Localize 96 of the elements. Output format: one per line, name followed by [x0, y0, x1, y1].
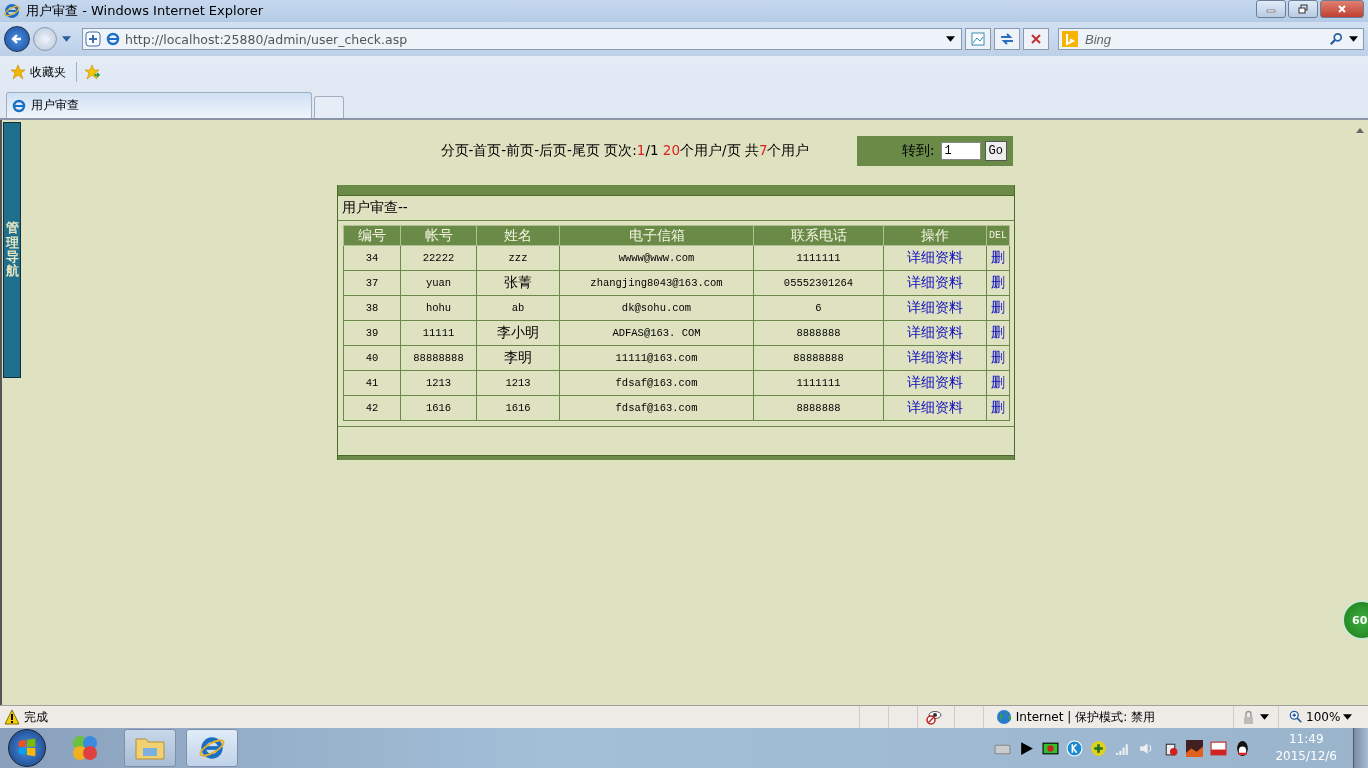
goto-label: 转到: [902, 142, 935, 160]
close-icon [1337, 4, 1347, 14]
app-icon[interactable] [70, 733, 100, 763]
zoom-icon [1289, 710, 1303, 724]
folder-taskbar-button[interactable] [124, 729, 176, 767]
minimize-button[interactable] [1256, 0, 1286, 18]
privacy-icon[interactable] [925, 709, 942, 725]
browser-tab[interactable]: 用户审查 [6, 92, 312, 118]
table-cell: 1111111 [753, 245, 884, 271]
table-cell: 88888888 [753, 345, 884, 371]
caret-icon[interactable] [946, 36, 955, 42]
table-cell: 22222 [400, 245, 477, 271]
table-cell: ab [476, 295, 560, 321]
table-cell: 李明 [476, 345, 560, 371]
table-cell: zzz [476, 245, 560, 271]
refresh-button[interactable] [994, 28, 1020, 50]
back-button[interactable] [4, 26, 30, 52]
table-cell: zhangjing8043@163.com [559, 270, 754, 296]
landscape-icon[interactable] [1186, 739, 1204, 757]
restore-button[interactable] [1288, 0, 1318, 18]
plus-icon [85, 31, 101, 47]
table-cell: 8888888 [753, 320, 884, 346]
table-cell: 39 [343, 320, 401, 346]
table-cell: 张菁 [476, 270, 560, 296]
favorites-button[interactable]: 收藏夹 [8, 63, 68, 81]
table-cell: 11111@163.com [559, 345, 754, 371]
globe-icon [995, 709, 1012, 725]
table-cell: 40 [343, 345, 401, 371]
table-cell: 38 [343, 295, 401, 321]
refresh-icon [999, 31, 1015, 47]
table-cell: dk@sohu.com [559, 295, 754, 321]
warning-icon [4, 709, 20, 725]
table-cell: 37 [343, 270, 401, 296]
windows-logo-icon [16, 737, 38, 759]
pager-text: 分页-首页-前页-后页-尾页 页次:1/1 20个用户/页 共7个用户 [439, 142, 811, 160]
compatibility-button[interactable] [965, 28, 991, 50]
column-header: 编号 [343, 225, 401, 246]
table-cell: hohu [400, 295, 477, 321]
table-cell: 1111111 [753, 370, 884, 396]
show-desktop-button[interactable] [1353, 728, 1368, 768]
page-input[interactable]: 1 [940, 142, 981, 160]
column-header: 帐号 [400, 225, 477, 246]
column-header: 姓名 [476, 225, 560, 246]
folder-icon [135, 736, 165, 760]
table-cell: ADFAS@163. COM [559, 320, 754, 346]
table-cell: 1213 [476, 370, 560, 396]
restore-icon [1298, 4, 1308, 14]
column-header: 联系电话 [753, 225, 884, 246]
close-button[interactable] [1320, 0, 1364, 18]
table-cell: 6 [753, 295, 884, 321]
page-icon [11, 97, 27, 114]
column-header: DEL [986, 225, 1010, 246]
caret-icon[interactable] [1349, 36, 1358, 42]
caret-icon[interactable] [1259, 714, 1269, 720]
table-cell: 11111 [400, 320, 477, 346]
page-chart-icon [970, 31, 986, 47]
page-icon [105, 31, 121, 47]
browser-logo-icon [4, 3, 20, 19]
dropdown-icon[interactable] [62, 36, 71, 42]
security-zone-text: Internet | 保护模式: 禁用 [1015, 708, 1155, 726]
browser-taskbar-button[interactable] [186, 729, 238, 767]
search-field[interactable]: Bing [1058, 28, 1364, 50]
k-icon[interactable] [1066, 739, 1084, 757]
window-title: 用户审查 - Windows Internet Explorer [26, 2, 263, 20]
plus-circle-icon[interactable] [1090, 739, 1108, 757]
play-icon[interactable] [1018, 739, 1036, 757]
table-cell: 88888888 [400, 345, 477, 371]
table-cell: 42 [343, 395, 401, 421]
panel-title: 用户审查-- [338, 196, 1014, 221]
search-icon[interactable] [1329, 32, 1343, 46]
column-header: 电子信箱 [559, 225, 754, 246]
table-cell: 41 [343, 370, 401, 396]
table-cell: 05552301264 [753, 270, 884, 296]
table-cell: 34 [343, 245, 401, 271]
column-header: 操作 [883, 225, 987, 246]
table-cell: yuan [400, 270, 477, 296]
table-cell: fdsaf@163.com [559, 395, 754, 421]
status-text: 完成 [24, 708, 48, 726]
browser-logo-icon [198, 734, 226, 762]
scroll-up-icon[interactable] [1355, 128, 1364, 133]
address-field[interactable]: http://localhost:25880/admin/user_check.asp [82, 28, 962, 50]
go-button[interactable]: Go [984, 141, 1007, 161]
table-cell: 8888888 [753, 395, 884, 421]
card-icon[interactable] [1210, 739, 1228, 757]
table-cell: wwww@www.com [559, 245, 754, 271]
table-cell: 李小明 [476, 320, 560, 346]
table-cell: 1616 [400, 395, 477, 421]
table-cell: fdsaf@163.com [559, 370, 754, 396]
table-cell: 1616 [476, 395, 560, 421]
caret-icon [1343, 714, 1353, 720]
add-favorite-icon[interactable] [85, 64, 101, 80]
navigation-sidebar[interactable]: 管理导航 [3, 122, 21, 378]
star-icon [10, 64, 26, 80]
start-button[interactable] [8, 729, 46, 767]
table-cell: 1213 [400, 370, 477, 396]
stop-button[interactable] [1023, 28, 1049, 50]
